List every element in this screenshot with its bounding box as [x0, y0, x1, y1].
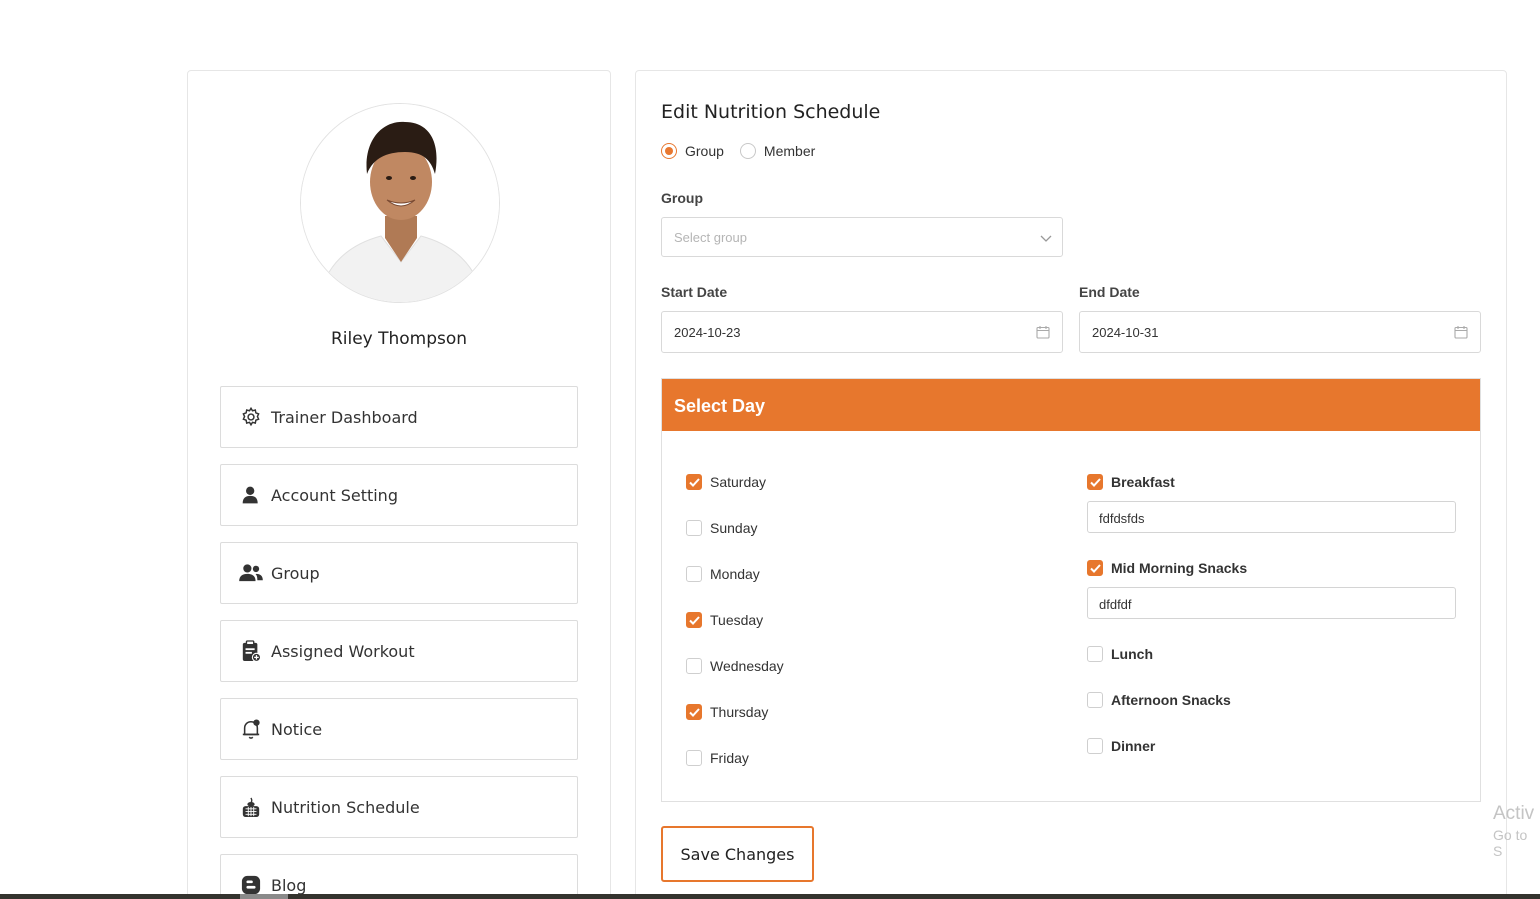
checkbox-checked — [686, 474, 702, 490]
bell-icon — [239, 717, 263, 741]
radio-label: Member — [763, 143, 816, 159]
group-select-placeholder: Select group — [674, 230, 747, 245]
activation-watermark: Activ Go to S — [1493, 803, 1540, 859]
sidebar-item-label: Nutrition Schedule — [271, 797, 420, 817]
sidebar-item-nutrition-schedule[interactable]: Nutrition Schedule — [220, 776, 578, 838]
checkbox — [686, 520, 702, 536]
meal-checkbox-lunch[interactable]: Lunch — [1087, 646, 1153, 662]
select-day-title: Select Day — [674, 396, 766, 416]
mid-morning-snacks-input-value: dfdfdf — [1099, 597, 1132, 612]
sidebar-item-trainer-dashboard[interactable]: Trainer Dashboard — [220, 386, 578, 448]
checkbox-checked — [686, 612, 702, 628]
checkbox — [686, 566, 702, 582]
start-date-value: 2024-10-23 — [674, 325, 741, 340]
day-label: Thursday — [710, 704, 769, 720]
day-label: Saturday — [710, 474, 767, 490]
checkbox-checked — [1087, 474, 1103, 490]
meal-label: Breakfast — [1111, 474, 1175, 490]
end-date-value: 2024-10-31 — [1092, 325, 1159, 340]
edit-nutrition-form: Edit Nutrition Schedule Group Member Gro… — [635, 70, 1507, 899]
sidebar-item-label: Blog — [271, 875, 307, 895]
clipboard-icon — [239, 639, 263, 663]
select-day-header: Select Day — [662, 379, 1480, 431]
food-icon — [239, 795, 263, 819]
checkbox-checked — [1087, 560, 1103, 576]
checkbox — [1087, 692, 1103, 708]
avatar — [300, 103, 500, 303]
meal-checkbox-breakfast[interactable]: Breakfast — [1087, 474, 1175, 490]
sidebar-item-label: Notice — [271, 719, 323, 739]
radio-member[interactable]: Member — [739, 143, 816, 159]
checkbox-checked — [686, 704, 702, 720]
start-date-input[interactable]: 2024-10-23 — [661, 311, 1063, 353]
mid-morning-snacks-input[interactable]: dfdfdf — [1087, 587, 1456, 619]
select-day-panel: Select Day Saturday Sunday Monday Tuesda… — [661, 378, 1481, 802]
sidebar-item-group[interactable]: Group — [220, 542, 578, 604]
meal-label: Lunch — [1111, 646, 1153, 662]
save-changes-label: Save Changes — [680, 844, 795, 864]
sidebar: Riley Thompson Trainer Dashboard Account… — [187, 70, 611, 899]
user-icon — [239, 483, 263, 507]
sidebar-item-notice[interactable]: Notice — [220, 698, 578, 760]
calendar-icon[interactable] — [1454, 325, 1468, 344]
meal-checkbox-afternoon-snacks[interactable]: Afternoon Snacks — [1087, 692, 1231, 708]
profile-name: Riley Thompson — [330, 329, 468, 349]
meal-checkbox-mid-morning-snacks[interactable]: Mid Morning Snacks — [1087, 560, 1247, 576]
sidebar-item-blog[interactable]: Blog — [220, 854, 578, 899]
meal-label: Dinner — [1111, 738, 1156, 754]
day-label: Monday — [710, 566, 760, 582]
sidebar-item-label: Account Setting — [271, 485, 398, 505]
day-label: Tuesday — [710, 612, 764, 628]
meal-checkbox-dinner[interactable]: Dinner — [1087, 738, 1155, 754]
page-title: Edit Nutrition Schedule — [661, 101, 881, 123]
radio-circle-selected — [661, 143, 677, 159]
day-label: Friday — [710, 750, 749, 766]
sidebar-item-label: Trainer Dashboard — [271, 407, 418, 427]
day-checkbox-monday[interactable]: Monday — [686, 566, 760, 582]
sidebar-item-assigned-workout[interactable]: Assigned Workout — [220, 620, 578, 682]
save-changes-button[interactable]: Save Changes — [661, 826, 814, 882]
day-checkbox-tuesday[interactable]: Tuesday — [686, 612, 763, 628]
day-checkbox-saturday[interactable]: Saturday — [686, 474, 766, 490]
gear-icon — [239, 405, 263, 429]
checkbox — [1087, 738, 1103, 754]
target-radio-group: Group Member — [661, 143, 831, 159]
start-date-label: Start Date — [661, 284, 728, 300]
radio-circle — [739, 143, 756, 159]
sidebar-item-account-setting[interactable]: Account Setting — [220, 464, 578, 526]
watermark-line1: Activ — [1493, 803, 1535, 824]
meal-label: Mid Morning Snacks — [1111, 560, 1248, 576]
meal-label: Afternoon Snacks — [1111, 692, 1231, 708]
breakfast-input-value: fdfdsfds — [1099, 511, 1145, 526]
checkbox — [1087, 646, 1103, 662]
group-select[interactable]: Select group — [661, 217, 1063, 257]
taskbar — [0, 894, 1540, 899]
sidebar-item-label: Assigned Workout — [271, 641, 415, 661]
radio-group[interactable]: Group — [661, 143, 724, 159]
day-label: Wednesday — [710, 658, 784, 674]
sidebar-item-label: Group — [271, 563, 320, 583]
day-checkbox-wednesday[interactable]: Wednesday — [686, 658, 784, 674]
chevron-down-icon — [1040, 231, 1052, 249]
checkbox — [686, 750, 702, 766]
watermark-line2: Go to S — [1493, 827, 1528, 859]
users-icon — [239, 561, 263, 585]
day-checkbox-thursday[interactable]: Thursday — [686, 704, 768, 720]
end-date-input[interactable]: 2024-10-31 — [1079, 311, 1481, 353]
day-checkbox-sunday[interactable]: Sunday — [686, 520, 757, 536]
group-field-label: Group — [661, 190, 703, 206]
end-date-label: End Date — [1079, 284, 1140, 300]
calendar-icon[interactable] — [1036, 325, 1050, 344]
day-checkbox-friday[interactable]: Friday — [686, 750, 749, 766]
breakfast-input[interactable]: fdfdsfds — [1087, 501, 1456, 533]
day-label: Sunday — [710, 520, 758, 536]
radio-label: Group — [685, 143, 724, 159]
taskbar-indicator — [240, 894, 288, 899]
checkbox — [686, 658, 702, 674]
